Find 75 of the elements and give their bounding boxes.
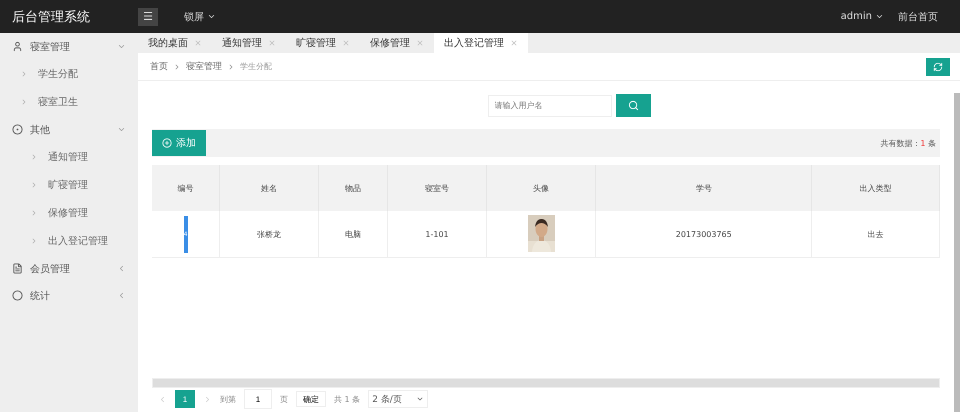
column-header: 出入类型 <box>812 165 940 211</box>
circle-icon <box>12 124 23 135</box>
sidebar-subitem[interactable]: 寝室卫生 <box>0 88 138 116</box>
circle-icon <box>12 290 23 301</box>
tab[interactable]: 通知管理 <box>212 33 286 53</box>
search-icon <box>628 100 638 111</box>
search-button[interactable] <box>616 94 650 117</box>
column-header: 寝室号 <box>388 165 486 211</box>
page-size-select[interactable]: 2 条/页 <box>368 390 428 408</box>
sidebar-item[interactable]: 寝室管理 <box>0 33 138 60</box>
chevron-down-icon <box>117 42 126 51</box>
sidebar-subitem[interactable]: 学生分配 <box>0 60 138 88</box>
chevron-right-icon <box>30 181 38 189</box>
plus-circle-icon <box>162 138 172 148</box>
app-title: 后台管理系统 <box>11 8 91 26</box>
sidebar-subitem[interactable]: 保修管理 <box>0 199 138 227</box>
chevron-down-icon <box>117 125 126 134</box>
close-icon[interactable] <box>416 39 424 47</box>
home-link[interactable]: 前台首页 <box>898 10 938 24</box>
chevron-down-icon <box>416 395 424 403</box>
table-cell: 1-101 <box>388 211 486 258</box>
previous-icon <box>158 394 167 404</box>
tab[interactable]: 旷寝管理 <box>286 33 360 53</box>
table-cell: 出去 <box>812 211 940 258</box>
close-icon[interactable] <box>268 39 276 47</box>
close-icon[interactable] <box>194 39 202 47</box>
column-header: 头像 <box>486 165 596 211</box>
lock-menu[interactable]: 锁屏 <box>184 10 216 24</box>
chevron-right-icon <box>30 153 38 161</box>
chevron-left-icon <box>117 264 126 273</box>
chevron-right-icon <box>20 70 28 78</box>
sidebar-subitem[interactable]: 出入登记管理 <box>0 227 138 255</box>
chevron-right-icon <box>173 62 181 70</box>
confirm-button[interactable]: 确定 <box>296 391 326 407</box>
menu-button[interactable]: ☰ <box>138 8 158 26</box>
sidebar-item[interactable]: 统计 <box>0 282 138 309</box>
chevron-right-icon <box>20 98 28 106</box>
goto-label: 到第 <box>220 394 236 404</box>
page-label: 页 <box>280 394 288 404</box>
sidebar-subitem[interactable]: 旷寝管理 <box>0 171 138 199</box>
caret-icon <box>875 12 884 21</box>
person-icon <box>12 41 23 52</box>
column-header: 编号 <box>152 165 220 211</box>
refresh-button[interactable] <box>926 58 950 76</box>
tab[interactable]: 出入登记管理 <box>434 33 528 53</box>
column-header: 物品 <box>318 165 388 211</box>
table-cell: 电脑 <box>318 211 388 258</box>
breadcrumb-link[interactable]: 寝室管理 <box>186 60 222 73</box>
total-count: 共有数据：1 条 <box>880 138 937 148</box>
chevron-right-icon <box>227 62 235 70</box>
sidebar-item[interactable]: 会员管理 <box>0 255 138 282</box>
table-cell: 20173003765 <box>596 211 812 258</box>
chevron-right-icon <box>30 237 38 245</box>
table-cell: 张桥龙 <box>220 211 318 258</box>
search-field[interactable]: 请输入用户名 <box>488 94 612 116</box>
sidebar-item[interactable]: 其他 <box>0 116 138 143</box>
close-icon[interactable] <box>342 39 350 47</box>
scrollbar[interactable] <box>954 93 960 412</box>
refresh-icon <box>933 62 943 72</box>
tab[interactable]: 保修管理 <box>360 33 434 53</box>
user-menu[interactable]: admin <box>840 11 884 22</box>
next-icon <box>203 394 212 404</box>
document-icon <box>12 263 23 274</box>
sidebar-subitem[interactable]: 通知管理 <box>0 143 138 171</box>
column-header: 学号 <box>596 165 812 211</box>
chevron-left-icon <box>117 291 126 300</box>
close-icon[interactable] <box>510 39 518 47</box>
caret-icon <box>207 12 216 21</box>
breadcrumb-link[interactable]: 首页 <box>150 60 168 73</box>
column-header: 姓名 <box>220 165 318 211</box>
scrollbar[interactable] <box>152 378 940 388</box>
tab[interactable]: 我的桌面 <box>138 33 212 53</box>
total-label: 共 1 条 <box>334 394 360 404</box>
page-input[interactable]: 1 <box>244 389 272 409</box>
chevron-right-icon <box>30 209 38 217</box>
